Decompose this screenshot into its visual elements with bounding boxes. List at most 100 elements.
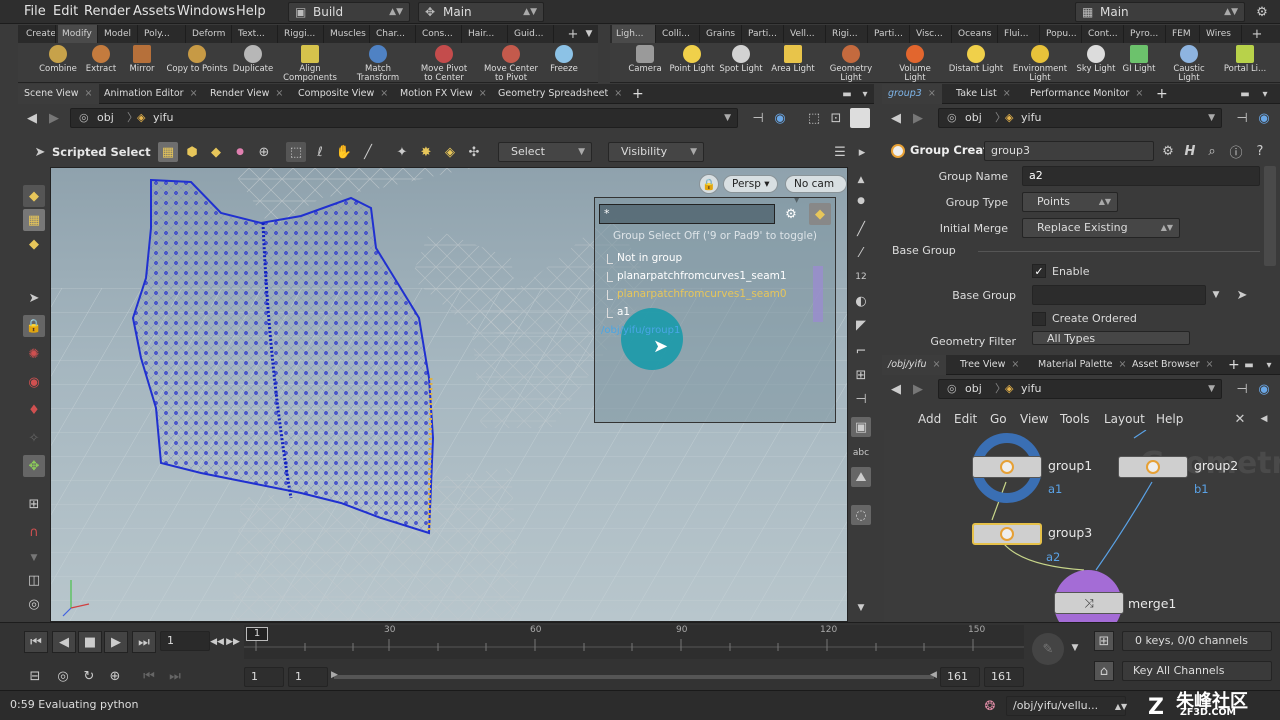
scroll-down-icon[interactable]: ▼ [851, 599, 871, 617]
tool-point-light[interactable]: Point Light [668, 45, 716, 74]
shelf-tab-viscous[interactable]: Visc... [912, 25, 952, 43]
tab-asset-browser[interactable]: Asset Browser × [1126, 355, 1219, 375]
visibility-dropdown[interactable]: Visibility ▼ [608, 142, 704, 162]
close-icon[interactable]: × [1135, 88, 1143, 99]
path-node[interactable]: yifu [153, 109, 173, 127]
help-h-icon[interactable]: H [1180, 141, 1200, 161]
net-menu-add[interactable]: Add [918, 412, 941, 426]
range-start2-field[interactable]: 1 [288, 667, 328, 687]
tab-obj-yifu[interactable]: /obj/yifu × [882, 355, 947, 375]
desktop-dropdown[interactable]: ▣ Build ▲▼ [288, 2, 410, 22]
menu-edit[interactable]: Edit [53, 4, 78, 19]
back-icon[interactable]: ◀ [886, 108, 906, 128]
prev-key-icon[interactable]: ⏮ [138, 665, 160, 687]
pin-icon[interactable]: ⊣ [1232, 379, 1252, 399]
group-item-a1[interactable]: a1 [607, 306, 630, 318]
frame-icon[interactable]: ⊞ [851, 365, 871, 385]
tool-camera[interactable]: Camera [624, 45, 666, 74]
audio-menu-icon[interactable]: ▼ [1068, 641, 1082, 655]
next-key-icon[interactable]: ⏭ [164, 665, 186, 687]
primitive-select-icon[interactable]: ⬢ [182, 142, 202, 162]
tool-spot-light[interactable]: Spot Light [718, 45, 764, 74]
range-end2-field[interactable]: 161 [984, 667, 1024, 687]
audio-icon[interactable]: ✎ [1032, 633, 1064, 665]
expand-icon[interactable]: ▼ [23, 547, 45, 569]
vertex-select-icon[interactable]: ● [230, 142, 250, 162]
path-field[interactable]: ◎ obj 〉 ◈ yifu ▼ [938, 379, 1222, 399]
maximize-pane-icon[interactable]: ▬ [840, 87, 854, 101]
lock-icon[interactable]: 🔒 [23, 315, 45, 337]
network-menu-collapse-icon[interactable]: ◀ [1254, 409, 1274, 429]
shelf-tab-model[interactable]: Model [100, 25, 138, 43]
toolbar-options-icon[interactable]: ☰ [830, 142, 850, 162]
path-obj[interactable]: obj [965, 380, 982, 398]
select-arrow-icon[interactable]: ➤ [1232, 285, 1252, 305]
playhead-marker[interactable]: 1 [246, 627, 268, 641]
path-obj[interactable]: obj [97, 109, 114, 127]
lasso-select-icon[interactable]: ℓ [310, 142, 330, 162]
close-icon[interactable]: × [928, 88, 936, 99]
close-icon[interactable]: × [275, 88, 283, 99]
group-toggle-icon[interactable]: ◆ [809, 203, 831, 225]
shelf-tab-char[interactable]: Char... [372, 25, 416, 43]
help-icon[interactable]: ? [1250, 141, 1270, 161]
initial-merge-menu[interactable]: Replace Existing ▲▼ [1022, 218, 1180, 238]
pin-icon[interactable]: ⊣ [1232, 108, 1252, 128]
range-end-handle[interactable]: ◀ [930, 670, 937, 680]
menu-assets[interactable]: Assets [133, 4, 175, 19]
pane-menu-icon[interactable]: ▾ [858, 87, 872, 101]
breakpoint-icon[interactable]: ⊕ [254, 142, 274, 162]
tool-extract[interactable]: Extract [82, 45, 120, 74]
shelf-tab-particles2[interactable]: Parti... [870, 25, 910, 43]
go-end-icon[interactable]: ⏭ [132, 631, 156, 653]
node-group1[interactable] [972, 456, 1042, 478]
select-dropdown[interactable]: Select ▼ [498, 142, 592, 162]
status-path-menu-icon[interactable]: ▲▼ [1114, 696, 1128, 716]
pin-icon[interactable]: ⊣ [748, 108, 768, 128]
tab-render-view[interactable]: Render View × [204, 84, 289, 104]
shelf-tab-fem[interactable]: FEM [1168, 25, 1200, 43]
shelf-tab-fluids[interactable]: Flui... [1000, 25, 1040, 43]
group-item-seam1[interactable]: planarpatchfromcurves1_seam1 [607, 270, 787, 282]
menu-help[interactable]: Help [236, 4, 266, 19]
info-icon[interactable]: ⓘ [1226, 141, 1246, 161]
shelf-tab-collisions[interactable]: Colli... [658, 25, 700, 43]
range-end-field[interactable]: 161 [940, 667, 980, 687]
shelf-tab-pyro[interactable]: Pyro... [1126, 25, 1166, 43]
realtime-icon[interactable]: ⊟ [24, 665, 46, 687]
tab-performance-monitor[interactable]: Performance Monitor × [1024, 84, 1149, 104]
close-icon[interactable]: × [1011, 359, 1019, 370]
shelf-tab-populate[interactable]: Popu... [1042, 25, 1082, 43]
network-editor[interactable]: Geometry group1 a1 group2 b1 group3 a2 ⤨… [884, 430, 1280, 622]
shelf-tab-text[interactable]: Text... [234, 25, 278, 43]
shelf-tab-oceans[interactable]: Oceans [954, 25, 998, 43]
net-menu-go[interactable]: Go [990, 412, 1007, 426]
node-group2[interactable] [1118, 456, 1188, 478]
tool-sky-light[interactable]: Sky Light [1074, 45, 1118, 74]
box-select-icon[interactable]: ⬚ [286, 142, 306, 162]
path-node[interactable]: yifu [1021, 380, 1041, 398]
close-icon[interactable]: × [1003, 88, 1011, 99]
base-group-field[interactable] [1032, 285, 1206, 305]
points-mode-icon[interactable]: ▦ [23, 209, 45, 231]
shading-icon[interactable]: ◐ [851, 291, 871, 311]
pane-menu-icon[interactable]: ▾ [1262, 358, 1276, 372]
shelf-tab-container[interactable]: Cont... [1084, 25, 1124, 43]
shelf-tab-poly[interactable]: Poly... [140, 25, 186, 43]
params-scrollbar[interactable] [1264, 166, 1276, 266]
forward-icon[interactable]: ▶ [908, 379, 928, 399]
node-group3[interactable] [972, 523, 1042, 545]
node-name-field[interactable]: group3 [984, 141, 1154, 161]
cube-icon[interactable]: ⬚ [804, 108, 824, 128]
tool-area-light[interactable]: Area Light [770, 45, 816, 74]
close-icon[interactable]: × [380, 88, 388, 99]
tool-move-center-pivot[interactable]: Move Center to Pivot [480, 45, 542, 83]
toolbar-collapse-icon[interactable]: ▸ [852, 142, 872, 162]
add-tab-icon[interactable]: + [1150, 84, 1174, 104]
shelf-tab-grains[interactable]: Grains [702, 25, 742, 43]
close-icon[interactable]: × [85, 88, 93, 99]
add-shelf-icon[interactable]: + [566, 25, 580, 43]
net-menu-layout[interactable]: Layout [1104, 412, 1145, 426]
add-shelf-right-icon[interactable]: + [1250, 25, 1264, 43]
shelf-tab-deform[interactable]: Deform [188, 25, 232, 43]
